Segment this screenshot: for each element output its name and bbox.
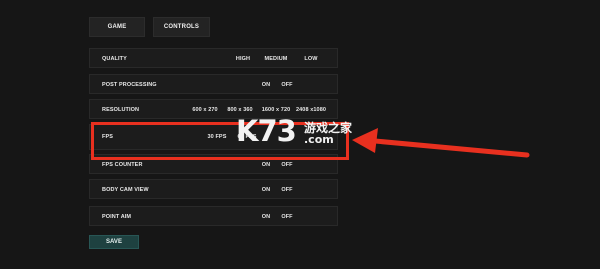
watermark-brand: K73 [236, 114, 297, 148]
watermark-domain: .com [304, 133, 334, 146]
k73-watermark-logo: K73 游戏之家 .com [236, 117, 370, 151]
